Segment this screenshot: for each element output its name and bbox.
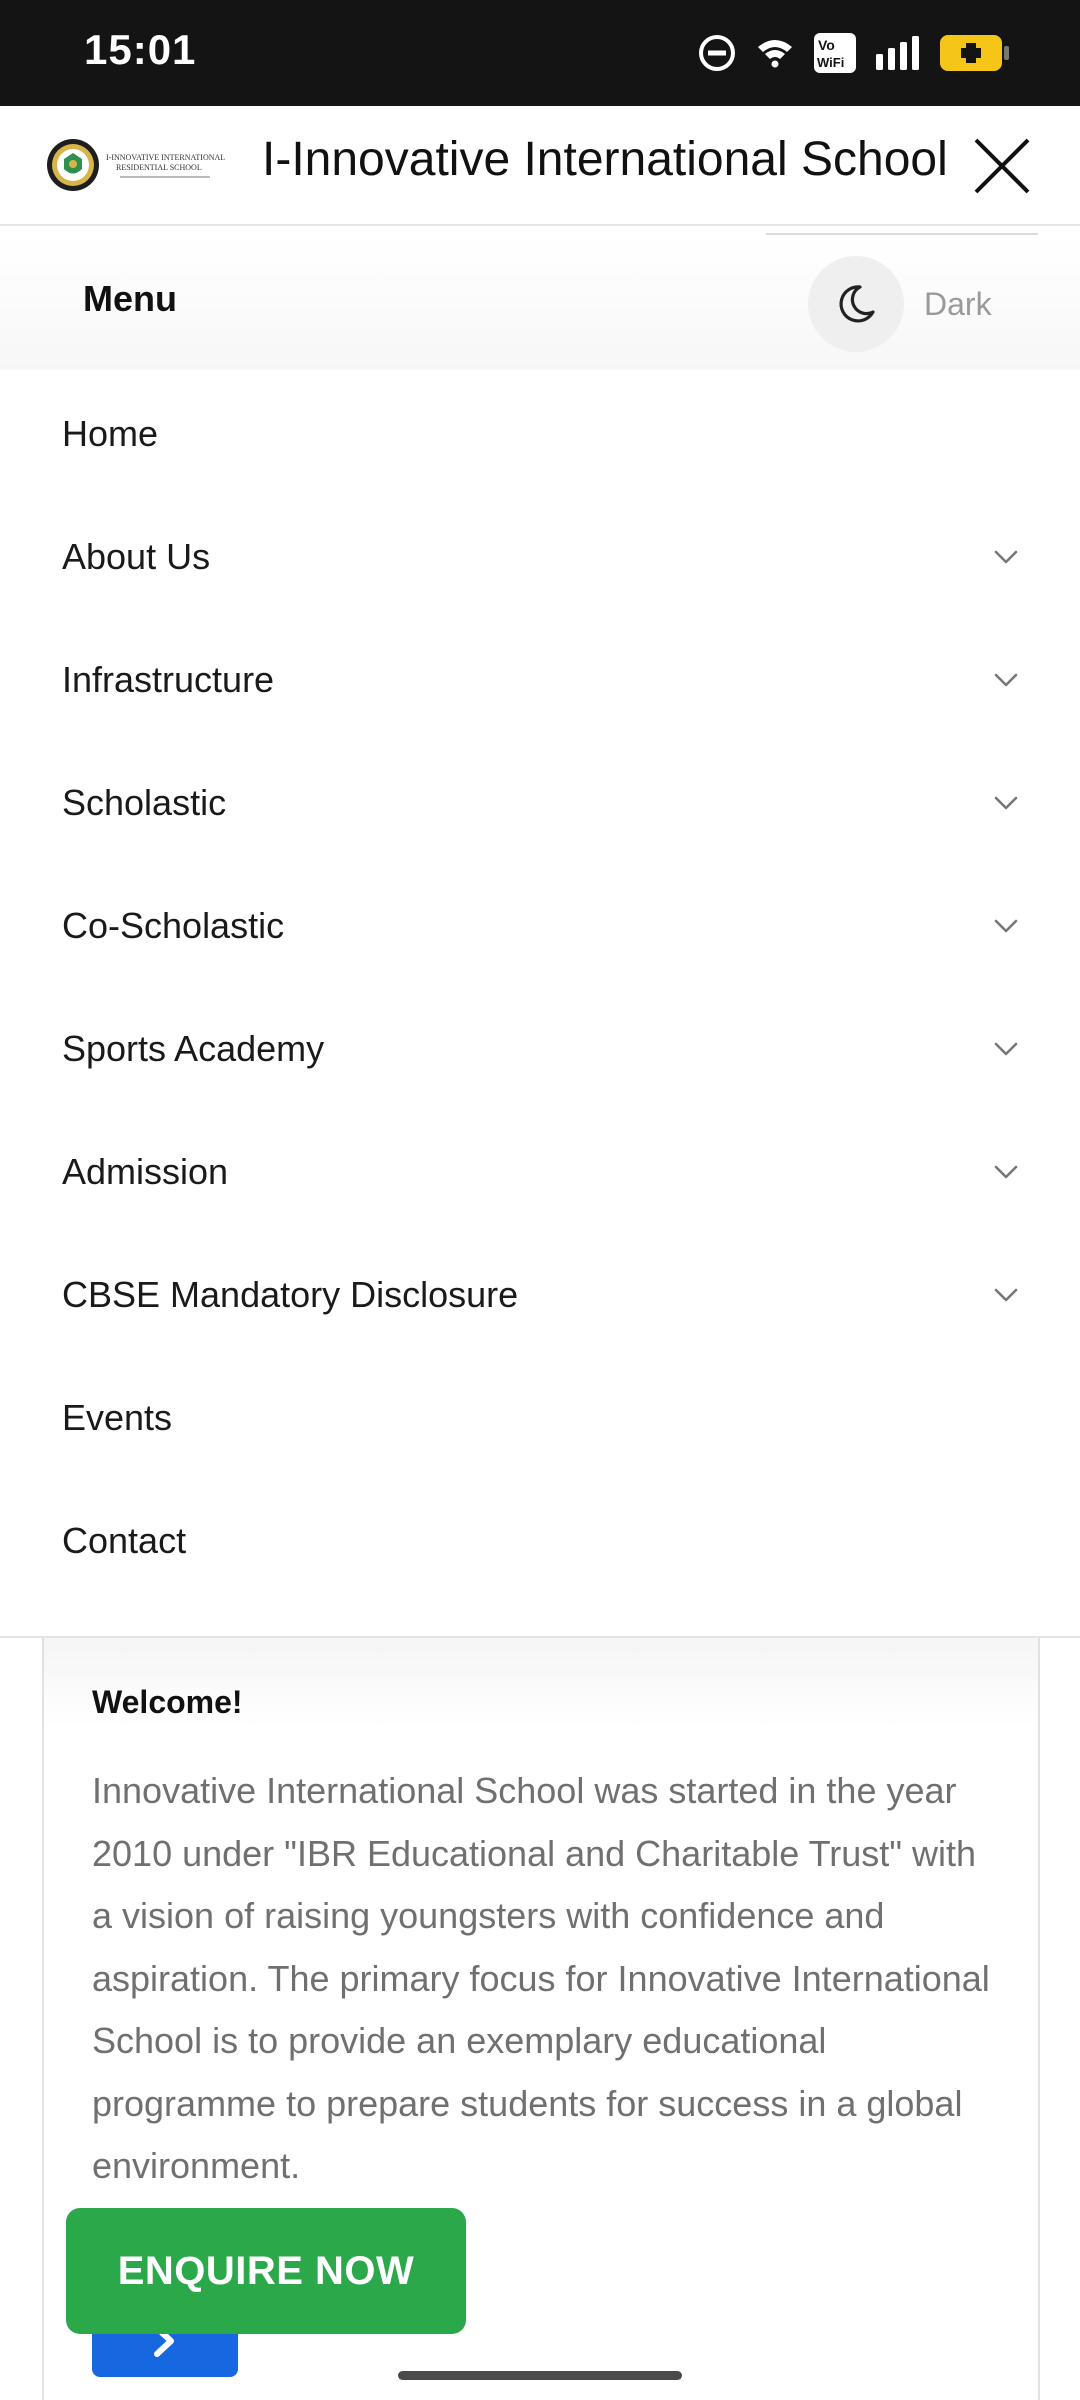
battery-charging-icon [940,35,1009,71]
menu-item-label: Scholastic [62,781,227,823]
vowifi-icon: Vo WiFi [814,33,856,73]
menu-item-sports-academy[interactable]: Sports Academy [0,987,1080,1110]
close-icon[interactable] [970,134,1034,198]
nav-menu: Home About Us Infrastructure Scholastic Co-S… [0,372,1080,1636]
vowifi-bottom-text: WiFi [817,55,844,70]
status-bar: 15:01 Vo WiFi [0,0,1080,106]
signal-icon [876,36,919,70]
moon-icon-wrapper [808,256,904,352]
do-not-disturb-icon [699,35,735,71]
menu-item-events[interactable]: Events [0,1356,1080,1479]
wifi-icon [758,40,792,68]
chevron-down-icon[interactable] [992,794,1020,812]
status-icons: Vo WiFi [698,30,1010,76]
status-time: 15:01 [84,26,197,73]
site-header: I-INNOVATIVE INTERNATIONAL RESIDENTIAL S… [0,106,1080,226]
site-title: I-Innovative International School [262,133,948,186]
menu-item-label: CBSE Mandatory Disclosure [62,1273,519,1315]
dark-mode-toggle[interactable]: Dark [808,256,1028,352]
menu-item-cbse-mandatory-disclosure[interactable]: CBSE Mandatory Disclosure [0,1233,1080,1356]
menu-item-label: Sports Academy [62,1027,325,1069]
chevron-down-icon[interactable] [992,548,1020,566]
chevron-down-icon[interactable] [992,1286,1020,1304]
menu-item-label: Home [62,412,159,454]
menu-item-label: Admission [62,1150,229,1192]
home-indicator[interactable] [398,2371,682,2380]
menu-title: Menu [83,278,177,319]
menu-header: Menu Dark [0,236,1080,370]
menu-item-label: About Us [62,535,211,577]
logo-line2: RESIDENTIAL SCHOOL [116,163,202,172]
vowifi-top-text: Vo [818,37,835,53]
menu-item-infrastructure[interactable]: Infrastructure [0,618,1080,741]
chevron-down-icon[interactable] [992,1163,1020,1181]
chevron-down-icon[interactable] [992,917,1020,935]
menu-item-label: Infrastructure [62,658,275,700]
school-logo[interactable]: I-INNOVATIVE INTERNATIONAL RESIDENTIAL S… [44,136,234,194]
menu-item-label: Events [62,1396,173,1438]
welcome-title: Welcome! [92,1684,243,1720]
menu-item-contact[interactable]: Contact [0,1479,1080,1602]
moon-icon [839,285,875,323]
dark-mode-label: Dark [924,286,992,322]
menu-item-admission[interactable]: Admission [0,1110,1080,1233]
enquire-now-button[interactable]: ENQUIRE NOW [66,2208,466,2334]
chevron-down-icon[interactable] [992,671,1020,689]
menu-item-home[interactable]: Home [0,372,1080,495]
menu-divider [766,233,1038,235]
menu-item-co-scholastic[interactable]: Co-Scholastic [0,864,1080,987]
logo-line1: I-INNOVATIVE INTERNATIONAL [106,153,225,162]
chevron-down-icon[interactable] [992,1040,1020,1058]
menu-item-scholastic[interactable]: Scholastic [0,741,1080,864]
welcome-text: Innovative International School was star… [92,1770,990,2186]
menu-item-label: Contact [62,1519,187,1561]
menu-item-about-us[interactable]: About Us [0,495,1080,618]
menu-item-label: Co-Scholastic [62,904,285,946]
